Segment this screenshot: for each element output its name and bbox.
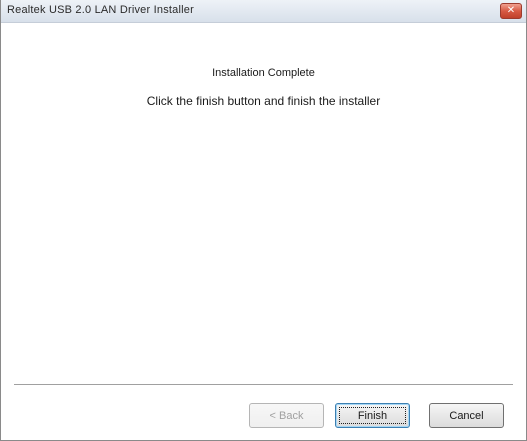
title-bar[interactable]: Realtek USB 2.0 LAN Driver Installer ✕	[1, 0, 526, 23]
back-button-label: < Back	[269, 409, 304, 422]
close-icon: ✕	[506, 5, 516, 16]
footer-separator	[14, 384, 513, 386]
finish-button-label: Finish	[357, 409, 388, 422]
cancel-button[interactable]: Cancel	[429, 403, 504, 428]
back-button[interactable]: < Back	[249, 403, 324, 428]
close-button[interactable]: ✕	[500, 3, 522, 19]
installer-window: Realtek USB 2.0 LAN Driver Installer ✕ I…	[0, 0, 527, 441]
completion-instruction: Click the finish button and finish the i…	[146, 94, 381, 108]
cancel-button-label: Cancel	[449, 409, 484, 422]
window-title: Realtek USB 2.0 LAN Driver Installer	[7, 4, 194, 16]
completion-heading: Installation Complete	[212, 67, 315, 79]
content-area: Installation Complete Click the finish b…	[1, 23, 526, 383]
finish-button[interactable]: Finish	[335, 403, 410, 428]
